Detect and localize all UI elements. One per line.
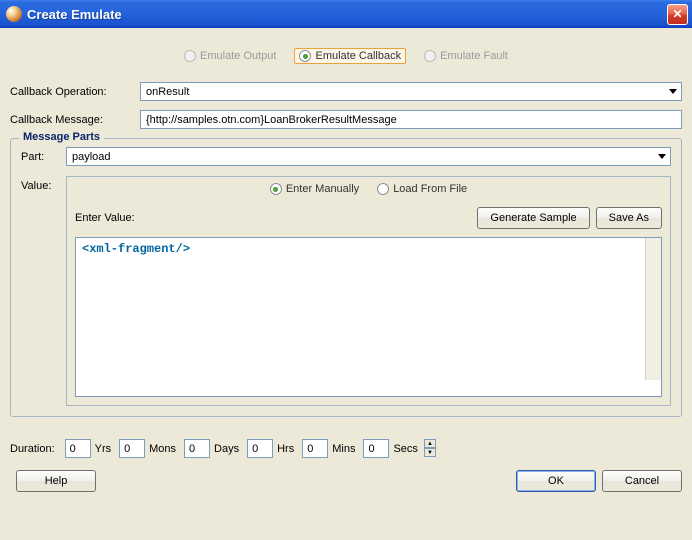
- callback-operation-combo[interactable]: onResult: [140, 82, 682, 101]
- radio-label: Enter Manually: [286, 183, 359, 195]
- callback-operation-label: Callback Operation:: [10, 86, 140, 98]
- secs-label: Secs: [393, 443, 417, 455]
- cancel-button[interactable]: Cancel: [602, 470, 682, 492]
- duration-mins-input[interactable]: [302, 439, 328, 458]
- radio-label: Emulate Fault: [440, 50, 508, 62]
- days-label: Days: [214, 443, 239, 455]
- radio-icon: [299, 50, 311, 62]
- mons-label: Mons: [149, 443, 176, 455]
- ok-button[interactable]: OK: [516, 470, 596, 492]
- emulate-callback-radio[interactable]: Emulate Callback: [294, 48, 406, 64]
- combo-value: onResult: [146, 86, 189, 98]
- value-panel: Enter Manually Load From File Enter Valu…: [66, 176, 671, 406]
- duration-spinner: ▲ ▼: [424, 439, 436, 458]
- mins-label: Mins: [332, 443, 355, 455]
- callback-message-input[interactable]: [140, 110, 682, 129]
- radio-label: Emulate Callback: [315, 50, 401, 62]
- app-icon: [6, 6, 22, 22]
- scrollbar[interactable]: [645, 238, 661, 380]
- enter-manually-radio[interactable]: Enter Manually: [270, 183, 359, 195]
- enter-value-label: Enter Value:: [75, 212, 471, 224]
- duration-hrs-input[interactable]: [247, 439, 273, 458]
- hrs-label: Hrs: [277, 443, 294, 455]
- save-as-button[interactable]: Save As: [596, 207, 662, 229]
- radio-icon: [424, 50, 436, 62]
- duration-label: Duration:: [10, 443, 55, 455]
- part-label: Part:: [21, 151, 56, 163]
- spinner-down-button[interactable]: ▼: [424, 448, 436, 457]
- titlebar: Create Emulate ✕: [0, 0, 692, 28]
- dialog-button-bar: Help OK Cancel: [10, 470, 682, 492]
- part-combo[interactable]: payload: [66, 147, 671, 166]
- radio-icon: [184, 50, 196, 62]
- radio-icon: [270, 183, 282, 195]
- duration-yrs-input[interactable]: [65, 439, 91, 458]
- radio-icon: [377, 183, 389, 195]
- close-button[interactable]: ✕: [667, 4, 688, 25]
- value-label: Value:: [21, 176, 56, 406]
- duration-days-input[interactable]: [184, 439, 210, 458]
- window-title: Create Emulate: [27, 7, 667, 22]
- emulate-mode-radios: Emulate Output Emulate Callback Emulate …: [10, 48, 682, 64]
- generate-sample-button[interactable]: Generate Sample: [477, 207, 589, 229]
- radio-label: Load From File: [393, 183, 467, 195]
- xml-content: <xml-fragment/>: [82, 242, 190, 256]
- message-parts-legend: Message Parts: [19, 131, 104, 143]
- callback-message-label: Callback Message:: [10, 114, 140, 126]
- duration-secs-input[interactable]: [363, 439, 389, 458]
- xml-value-editor[interactable]: <xml-fragment/>: [75, 237, 662, 397]
- spinner-up-button[interactable]: ▲: [424, 439, 436, 448]
- message-parts-fieldset: Message Parts Part: payload Value: Enter…: [10, 138, 682, 417]
- duration-mons-input[interactable]: [119, 439, 145, 458]
- duration-row: Duration: Yrs Mons Days Hrs Mins Secs ▲ …: [10, 439, 682, 458]
- yrs-label: Yrs: [95, 443, 112, 455]
- combo-value: payload: [72, 151, 111, 163]
- load-from-file-radio[interactable]: Load From File: [377, 183, 467, 195]
- radio-label: Emulate Output: [200, 50, 276, 62]
- emulate-fault-radio: Emulate Fault: [424, 48, 508, 64]
- help-button[interactable]: Help: [16, 470, 96, 492]
- emulate-output-radio: Emulate Output: [184, 48, 276, 64]
